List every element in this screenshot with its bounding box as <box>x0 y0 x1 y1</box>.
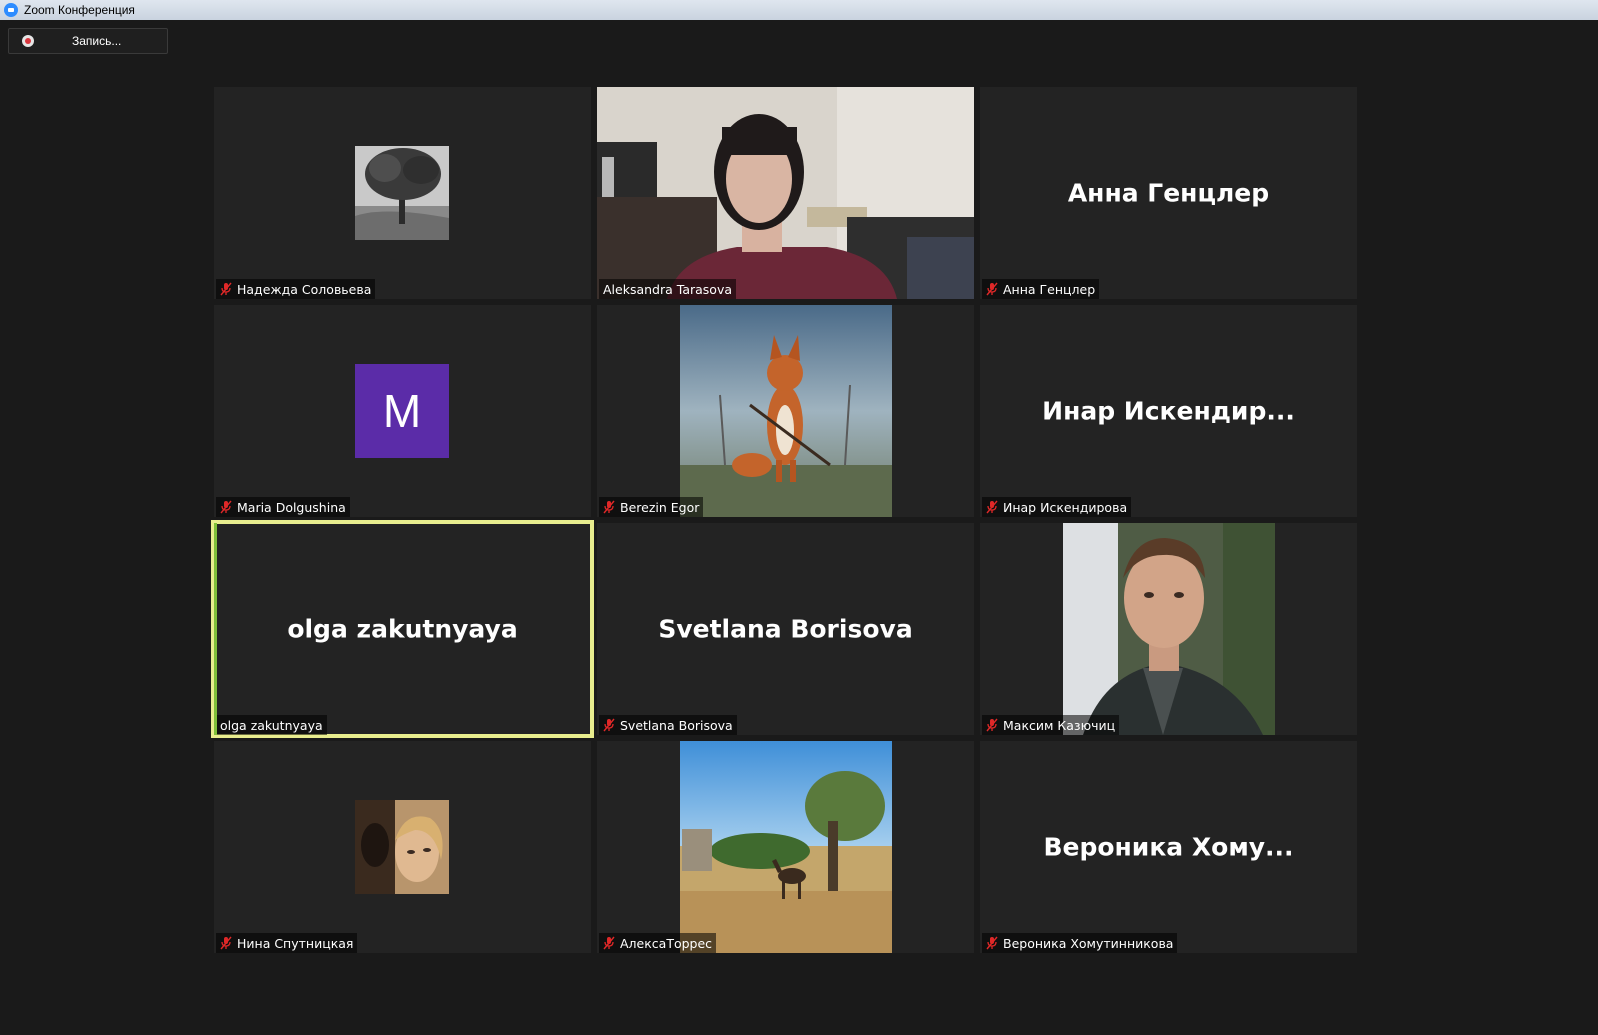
participant-name: Svetlana Borisova <box>620 717 733 733</box>
muted-mic-icon <box>220 936 232 950</box>
participant-name: Aleksandra Tarasova <box>603 281 732 297</box>
muted-mic-icon <box>986 718 998 732</box>
participant-tile[interactable]: Berezin Egor <box>597 305 974 517</box>
participant-tile[interactable]: Aleksandra Tarasova <box>597 87 974 299</box>
muted-mic-icon <box>220 282 232 296</box>
window-title: Zoom Конференция <box>24 3 135 17</box>
muted-mic-icon <box>603 500 615 514</box>
participant-name-label: Aleksandra Tarasova <box>599 279 736 299</box>
participant-name-label: Максим Казючиц <box>982 715 1120 735</box>
participant-name: Нина Спутницкая <box>237 935 354 951</box>
participant-name-label: olga zakutnyaya <box>216 715 327 735</box>
muted-mic-icon <box>603 936 615 950</box>
participant-name-label: Maria Dolgushina <box>216 497 350 517</box>
muted-mic-icon <box>986 936 998 950</box>
zoom-app-icon <box>4 3 18 17</box>
muted-mic-icon <box>986 500 998 514</box>
participant-name: Надежда Соловьева <box>237 281 372 297</box>
recording-button[interactable]: Запись... <box>8 28 168 54</box>
participant-photo <box>680 741 892 953</box>
participant-tile[interactable]: Нина Спутницкая <box>214 741 591 953</box>
participant-display-name: Вероника Хому... <box>1043 832 1294 862</box>
avatar: M <box>355 364 449 458</box>
participant-name-label: Анна Генцлер <box>982 279 1100 299</box>
participant-name: Berezin Egor <box>620 499 700 515</box>
participant-photo <box>680 305 892 517</box>
record-icon <box>22 35 34 47</box>
participant-photo <box>355 800 449 894</box>
participant-tile[interactable]: Инар Искендир... Инар Искендирова <box>980 305 1357 517</box>
participant-name: Максим Казючиц <box>1003 717 1116 733</box>
participant-tile-active-speaker[interactable]: olga zakutnyaya olga zakutnyaya <box>211 520 594 738</box>
participant-tile[interactable]: Анна Генцлер Анна Генцлер <box>980 87 1357 299</box>
participant-name-label: Нина Спутницкая <box>216 933 358 953</box>
participant-tile[interactable]: Максим Казючиц <box>980 523 1357 735</box>
participant-name-label: Berezin Egor <box>599 497 704 517</box>
muted-mic-icon <box>220 500 232 514</box>
muted-mic-icon <box>603 718 615 732</box>
participant-display-name: olga zakutnyaya <box>287 614 518 644</box>
window-titlebar: Zoom Конференция <box>0 0 1598 20</box>
participant-tile[interactable]: АлексаТоррес <box>597 741 974 953</box>
muted-mic-icon <box>986 282 998 296</box>
participant-name: АлексаТоррес <box>620 935 713 951</box>
recording-label: Запись... <box>72 34 122 48</box>
participant-video <box>597 87 974 299</box>
participant-display-name: Анна Генцлер <box>1067 178 1270 208</box>
participant-tile[interactable]: M Maria Dolgushina <box>214 305 591 517</box>
participant-photo <box>1063 523 1275 735</box>
participant-name-label: Вероника Хомутинникова <box>982 933 1178 953</box>
gallery-view: Надежда Соловьева Aleksandra Tarasova Ан… <box>211 87 1357 953</box>
participant-display-name: Svetlana Borisova <box>658 614 913 644</box>
participant-name: olga zakutnyaya <box>220 717 323 733</box>
participant-name-label: Svetlana Borisova <box>599 715 737 735</box>
participant-tile[interactable]: Svetlana Borisova Svetlana Borisova <box>597 523 974 735</box>
participant-name-label: Надежда Соловьева <box>216 279 376 299</box>
participant-name: Анна Генцлер <box>1003 281 1096 297</box>
participant-name: Инар Искендирова <box>1003 499 1128 515</box>
participant-photo <box>355 146 449 240</box>
participant-tile[interactable]: Надежда Соловьева <box>214 87 591 299</box>
participant-display-name: Инар Искендир... <box>1042 396 1295 426</box>
participant-name: Вероника Хомутинникова <box>1003 935 1174 951</box>
participant-tile[interactable]: Вероника Хому... Вероника Хомутинникова <box>980 741 1357 953</box>
participant-name-label: Инар Искендирова <box>982 497 1132 517</box>
participant-name-label: АлексаТоррес <box>599 933 717 953</box>
participant-name: Maria Dolgushina <box>237 499 346 515</box>
